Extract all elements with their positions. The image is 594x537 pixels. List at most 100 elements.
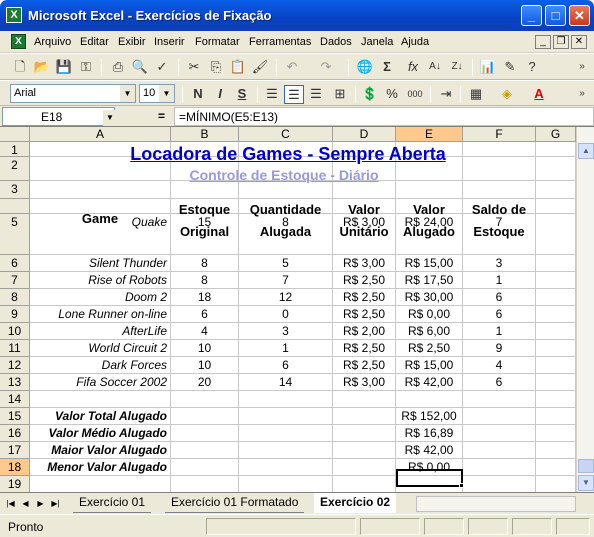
row-header-18[interactable]: 18 [0, 459, 30, 476]
valor-unitario[interactable]: R$ 2,50 [333, 357, 396, 374]
toolbar-options-icon[interactable]: » [572, 85, 592, 104]
row-header-8[interactable]: 8 [0, 289, 30, 306]
saldo-estoque[interactable]: 9 [463, 340, 536, 357]
spreadsheet-grid[interactable]: ABCDEFG 12345678910111213141516171819 Ga… [0, 127, 576, 492]
quantidade-alugada[interactable]: 6 [239, 357, 333, 374]
menu-formatar[interactable]: Formatar [195, 36, 240, 48]
valor-alugado[interactable]: R$ 6,00 [396, 323, 463, 340]
quantidade-alugada[interactable]: 14 [239, 374, 333, 391]
row-header-3[interactable]: 3 [0, 181, 30, 199]
last-sheet-icon[interactable]: ▶| [49, 497, 62, 510]
row-header-4[interactable]: 4 [0, 199, 30, 236]
print-preview-icon[interactable]: 🔍 [130, 58, 150, 77]
format-painter-icon[interactable]: 🖌 [250, 58, 270, 77]
header-saldo-estoque[interactable]: Saldo de Estoque [463, 199, 536, 239]
empty-cell[interactable] [333, 459, 396, 476]
select-all-corner[interactable] [0, 127, 30, 142]
row-header-6[interactable]: 6 [0, 255, 30, 272]
valor-unitario[interactable]: R$ 3,00 [333, 255, 396, 272]
header-game[interactable]: Game [30, 199, 171, 226]
empty-cell[interactable] [333, 442, 396, 459]
game-name[interactable]: Doom 2 [30, 289, 171, 306]
empty-cell[interactable] [536, 306, 576, 323]
empty-cell[interactable] [171, 425, 239, 442]
column-header-g[interactable]: G [536, 127, 576, 142]
empty-cell[interactable] [463, 408, 536, 425]
row-header-12[interactable]: 12 [0, 357, 30, 374]
empty-cell[interactable] [536, 272, 576, 289]
sheet-tab-exercicio-02[interactable]: Exercício 02 [314, 493, 397, 513]
font-color-icon[interactable]: A [529, 85, 549, 104]
drawing-icon[interactable]: ✎ [500, 58, 520, 77]
paste-icon[interactable]: 📋 [228, 58, 248, 77]
quantidade-alugada[interactable]: 7 [239, 272, 333, 289]
row-header-1[interactable]: 1 [0, 142, 30, 157]
open-icon[interactable]: 📂 [32, 58, 52, 77]
empty-cell[interactable] [333, 476, 396, 492]
fill-handle[interactable] [459, 483, 464, 488]
saldo-estoque[interactable]: 1 [463, 323, 536, 340]
column-header-d[interactable]: D [333, 127, 396, 142]
summary-label[interactable]: Valor Total Alugado [30, 408, 171, 425]
empty-cell[interactable] [536, 214, 576, 255]
estoque-original[interactable]: 4 [171, 323, 239, 340]
estoque-original[interactable]: 10 [171, 357, 239, 374]
borders-icon[interactable]: ▦ [466, 85, 486, 104]
empty-cell[interactable] [171, 459, 239, 476]
doc-minimize-button[interactable]: _ [535, 35, 551, 49]
saldo-estoque[interactable]: 4 [463, 357, 536, 374]
menu-janela[interactable]: Janela [361, 36, 393, 48]
empty-cell[interactable] [536, 374, 576, 391]
scroll-thumb[interactable] [578, 459, 594, 473]
row-header-15[interactable]: 15 [0, 408, 30, 425]
permission-icon[interactable]: ⚿ [76, 58, 96, 77]
row-header-14[interactable]: 14 [0, 391, 30, 408]
summary-label[interactable]: Maior Valor Alugado [30, 442, 171, 459]
summary-label[interactable]: Menor Valor Alugado [30, 459, 171, 476]
empty-cell[interactable] [171, 476, 239, 492]
save-icon[interactable]: 💾 [54, 58, 74, 77]
game-name[interactable]: Silent Thunder [30, 255, 171, 272]
summary-label[interactable]: Valor Médio Alugado [30, 425, 171, 442]
print-icon[interactable]: ⎙ [108, 58, 128, 77]
estoque-original[interactable]: 8 [171, 255, 239, 272]
redo-icon[interactable]: ↷ [316, 58, 336, 77]
empty-cell[interactable] [239, 476, 333, 492]
menu-inserir[interactable]: Inserir [154, 36, 185, 48]
empty-cell[interactable] [171, 442, 239, 459]
row-header-19[interactable]: 19 [0, 476, 30, 492]
quantidade-alugada[interactable]: 12 [239, 289, 333, 306]
empty-cell[interactable] [536, 476, 576, 492]
row-header-11[interactable]: 11 [0, 340, 30, 357]
estoque-original[interactable]: 18 [171, 289, 239, 306]
valor-alugado[interactable]: R$ 24,00 [396, 214, 463, 255]
saldo-estoque[interactable]: 7 [463, 214, 536, 255]
row-header-7[interactable]: 7 [0, 272, 30, 289]
game-name[interactable]: Fifa Soccer 2002 [30, 374, 171, 391]
empty-cell[interactable] [239, 442, 333, 459]
hyperlink-icon[interactable]: 🌐 [355, 58, 375, 77]
formula-input[interactable]: =MÍNIMO(E5:E13) [174, 107, 594, 126]
quantidade-alugada[interactable]: 5 [239, 255, 333, 272]
sheet-tab-exercicio-01-formatado[interactable]: Exercício 01 Formatado [165, 493, 305, 513]
insert-function-icon[interactable]: fx [403, 58, 423, 77]
valor-alugado[interactable]: R$ 2,50 [396, 340, 463, 357]
column-header-c[interactable]: C [239, 127, 333, 142]
empty-cell[interactable] [463, 459, 536, 476]
column-header-e[interactable]: E [396, 127, 463, 142]
empty-cell[interactable] [463, 425, 536, 442]
new-icon[interactable]: 🗋 [10, 58, 30, 77]
align-right-icon[interactable]: ☰ [306, 85, 326, 104]
game-name[interactable]: Lone Runner on-line [30, 306, 171, 323]
sort-descending-icon[interactable]: Z↓ [447, 58, 467, 77]
empty-cell[interactable] [171, 391, 239, 408]
menu-dados[interactable]: Dados [320, 36, 352, 48]
close-button[interactable]: ✕ [569, 5, 590, 26]
quantidade-alugada[interactable]: 1 [239, 340, 333, 357]
header-valor-unitario[interactable]: Valor Unitário [333, 199, 396, 239]
valor-unitario[interactable]: R$ 2,50 [333, 272, 396, 289]
cut-icon[interactable]: ✂ [184, 58, 204, 77]
copy-icon[interactable]: ⎘ [206, 58, 226, 77]
sheet-title[interactable]: Locadora de Games - Sempre Aberta [30, 142, 546, 166]
empty-cell[interactable] [239, 408, 333, 425]
